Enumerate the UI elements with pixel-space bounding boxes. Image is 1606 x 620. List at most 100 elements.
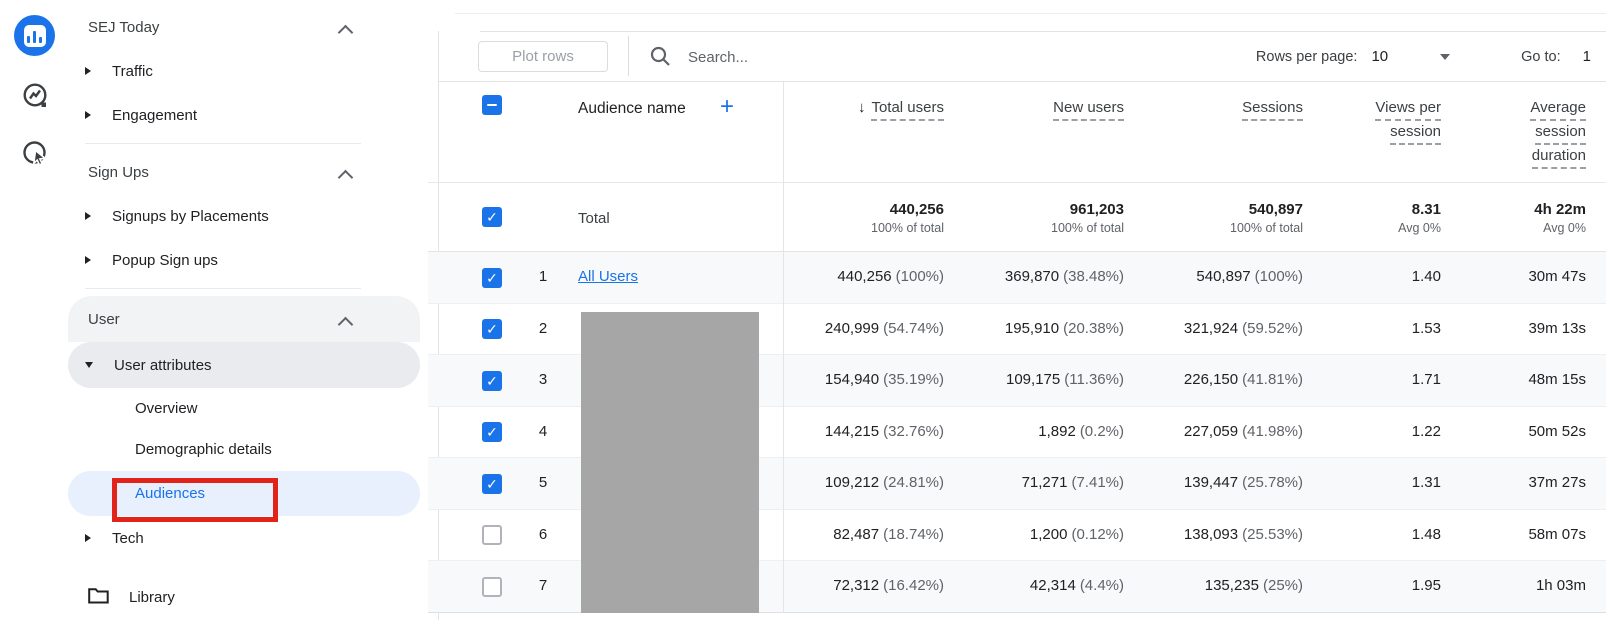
ga4-audiences-report-screen: SEJ Today Traffic Engagement Sign Ups Si… bbox=[0, 0, 1606, 620]
sidebar-item-tech[interactable]: Tech bbox=[68, 516, 437, 560]
metric-cell: 540,897 (100%) bbox=[1196, 268, 1303, 285]
total-cell: 8.31 Avg 0% bbox=[1398, 200, 1441, 235]
metric-cell: 139,447 (25.78%) bbox=[1183, 474, 1303, 491]
sidebar-item-traffic[interactable]: Traffic bbox=[68, 49, 437, 93]
sidebar-item-user-attributes[interactable]: User attributes bbox=[68, 343, 437, 387]
row-checkbox[interactable] bbox=[482, 576, 502, 597]
annotation-box bbox=[112, 478, 278, 522]
sort-descending-icon: ↓ bbox=[857, 99, 866, 116]
metric-cell: 71,271 (7.41%) bbox=[1021, 474, 1124, 491]
audience-link[interactable]: All Users bbox=[578, 268, 638, 285]
select-all-checkbox[interactable] bbox=[482, 95, 502, 115]
metric-cell: 138,093 (25.53%) bbox=[1183, 525, 1303, 543]
metric-cell: 1,892 (0.2%) bbox=[1038, 422, 1124, 440]
advertising-icon bbox=[21, 140, 49, 173]
metric-cell: 1.22 bbox=[1411, 422, 1441, 440]
rows-per-page-value[interactable]: 10 bbox=[1371, 48, 1388, 65]
go-to-value[interactable]: 1 bbox=[1583, 48, 1591, 65]
column-header-total-users[interactable]: ↓ Total users bbox=[858, 99, 944, 123]
sidebar-item-signups-by-placements[interactable]: Signups by Placements bbox=[68, 194, 437, 238]
metric-cell: 1h 03m bbox=[1535, 577, 1586, 594]
sidebar-item-overview[interactable]: Overview bbox=[68, 386, 487, 430]
metric-cell: 1.95 bbox=[1411, 577, 1441, 594]
left-icon-rail bbox=[0, 0, 69, 620]
table-row: ✓ 1 All Users 440,256 (100%) 369,870 (38.48%) 5… bbox=[428, 252, 1606, 304]
row-number: 7 bbox=[538, 577, 548, 594]
row-checkbox[interactable] bbox=[482, 525, 502, 545]
row-number: 1 bbox=[538, 268, 548, 285]
metric-cell: 30m 47s bbox=[1528, 268, 1586, 285]
sidebar-item-engagement[interactable]: Engagement bbox=[68, 93, 437, 137]
add-dimension-button[interactable]: + bbox=[720, 93, 734, 121]
row-checkbox[interactable]: ✓ bbox=[482, 319, 502, 339]
sidebar-divider bbox=[85, 143, 361, 144]
go-to-label: Go to: bbox=[1521, 48, 1561, 65]
search-icon bbox=[650, 46, 671, 72]
column-header-new-users[interactable]: New users bbox=[1053, 99, 1124, 123]
redaction-block bbox=[581, 312, 759, 613]
metric-cell: 109,175 (11.36%) bbox=[1006, 371, 1124, 388]
row-number: 5 bbox=[538, 474, 548, 491]
top-hairline bbox=[455, 13, 1606, 14]
chevron-up-icon bbox=[337, 169, 354, 186]
metric-cell: 144,215 (32.76%) bbox=[824, 422, 944, 440]
row-number: 6 bbox=[538, 525, 548, 543]
audience-name-cell: All Users bbox=[578, 252, 638, 302]
total-cell: 540,897 100% of total bbox=[1230, 200, 1303, 235]
metric-cell: 440,256 (100%) bbox=[837, 268, 944, 285]
column-divider bbox=[783, 81, 784, 613]
column-header-average-session-duration[interactable]: Average session duration bbox=[1530, 99, 1586, 171]
column-header-sessions[interactable]: Sessions bbox=[1242, 99, 1303, 123]
toolbar-bottom-border bbox=[438, 81, 1606, 82]
chevron-down-icon[interactable] bbox=[1440, 53, 1451, 60]
total-cell: 961,203 100% of total bbox=[1051, 200, 1124, 235]
metric-cell: 1.40 bbox=[1411, 268, 1441, 285]
sidebar-section-sej-today[interactable]: SEJ Today bbox=[68, 5, 440, 49]
metric-cell: 135,235 (25%) bbox=[1204, 577, 1303, 594]
folder-icon bbox=[88, 587, 109, 608]
sidebar-item-library[interactable]: Library bbox=[68, 575, 420, 619]
row-checkbox[interactable]: ✓ bbox=[482, 267, 502, 288]
sidebar-item-demographic-details[interactable]: Demographic details bbox=[68, 427, 487, 471]
chevron-up-icon bbox=[337, 316, 354, 333]
metric-cell: 1.71 bbox=[1411, 371, 1441, 388]
triangle-right-icon bbox=[85, 111, 91, 119]
metric-cell: 369,870 (38.48%) bbox=[1004, 268, 1124, 285]
metric-cell: 195,910 (20.38%) bbox=[1004, 319, 1124, 337]
total-cell: 4h 22m Avg 0% bbox=[1534, 200, 1586, 235]
triangle-right-icon bbox=[85, 534, 91, 542]
metric-cell: 39m 13s bbox=[1528, 319, 1586, 337]
explore-nav-button[interactable] bbox=[14, 78, 55, 119]
row-number: 4 bbox=[538, 422, 548, 440]
metric-cell: 37m 27s bbox=[1528, 474, 1586, 491]
metric-cell: 72,312 (16.42%) bbox=[833, 577, 944, 594]
metric-cell: 82,487 (18.74%) bbox=[833, 525, 944, 543]
sidebar-divider bbox=[85, 288, 361, 289]
rows-per-page-label: Rows per page: bbox=[1255, 48, 1358, 65]
row-number: 2 bbox=[538, 319, 548, 337]
totals-row: ✓ Total 440,256 100% of total 961,203 100% … bbox=[428, 182, 1606, 252]
sidebar-section-sign-ups[interactable]: Sign Ups bbox=[68, 150, 440, 194]
explore-icon bbox=[21, 82, 49, 115]
toolbar-top-border bbox=[480, 31, 1606, 32]
triangle-right-icon bbox=[85, 212, 91, 220]
totals-label: Total bbox=[578, 209, 610, 227]
totals-checkbox[interactable]: ✓ bbox=[482, 207, 502, 227]
plot-rows-button[interactable]: Plot rows bbox=[478, 41, 608, 72]
toolbar-divider bbox=[628, 36, 629, 76]
metric-cell: 240,999 (54.74%) bbox=[824, 319, 944, 337]
sidebar-section-user[interactable]: User bbox=[68, 297, 440, 341]
column-header-views-per-session[interactable]: Views per session bbox=[1375, 99, 1441, 147]
metric-cell: 109,212 (24.81%) bbox=[824, 474, 944, 491]
row-number: 3 bbox=[538, 371, 548, 388]
column-header-audience-name[interactable]: Audience name bbox=[578, 97, 686, 121]
advertising-nav-button[interactable] bbox=[14, 136, 55, 177]
metric-cell: 1.53 bbox=[1411, 319, 1441, 337]
metric-cell: 227,059 (41.98%) bbox=[1183, 422, 1303, 440]
sidebar-item-popup-sign-ups[interactable]: Popup Sign ups bbox=[68, 238, 437, 282]
reports-nav-button[interactable] bbox=[14, 15, 55, 56]
report-nav-sidebar: SEJ Today Traffic Engagement Sign Ups Si… bbox=[68, 0, 429, 620]
search-input[interactable] bbox=[686, 43, 1120, 71]
metric-cell: 58m 07s bbox=[1528, 525, 1586, 543]
metric-cell: 154,940 (35.19%) bbox=[824, 371, 944, 388]
